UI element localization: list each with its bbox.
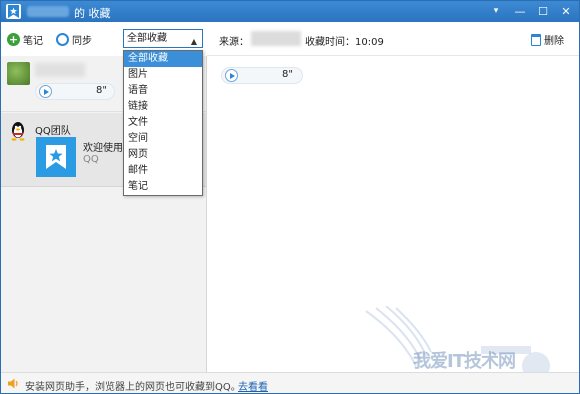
favorites-thumbnail — [36, 137, 76, 177]
voice-duration: 8" — [96, 85, 107, 96]
trash-icon — [531, 33, 541, 46]
sync-button[interactable]: 同步 — [56, 31, 92, 47]
category-filter-select[interactable]: 全部收藏 ▲ — [123, 29, 203, 48]
new-note-label: 笔记 — [23, 35, 43, 47]
detail-voice-duration: 8" — [282, 69, 293, 80]
dropdown-option-images[interactable]: 图片 — [124, 67, 202, 83]
delete-button[interactable]: 删除 — [531, 32, 564, 47]
sender-name-redacted — [35, 63, 85, 77]
dropdown-option-all[interactable]: 全部收藏 — [124, 51, 202, 67]
dropdown-option-files[interactable]: 文件 — [124, 115, 202, 131]
learn-more-link[interactable]: 去看看 — [238, 378, 268, 393]
owner-name-redacted — [27, 6, 69, 17]
window-title: 的 收藏 — [74, 7, 111, 20]
sync-icon — [56, 32, 69, 46]
speaker-icon — [8, 378, 18, 389]
category-dropdown-list: 全部收藏 图片 语音 链接 文件 空间 网页 邮件 笔记 — [123, 50, 203, 196]
dropdown-option-webpages[interactable]: 网页 — [124, 147, 202, 163]
filter-value: 全部收藏 — [127, 33, 167, 44]
voice-message[interactable]: 8" — [35, 83, 115, 100]
dropdown-option-links[interactable]: 链接 — [124, 99, 202, 115]
footer-tip: 安装网页助手，浏览器上的网页也可收藏到QQ。 — [25, 382, 241, 393]
favorites-app-icon — [6, 4, 21, 19]
qq-penguin-icon — [11, 122, 25, 141]
dropdown-option-qzone[interactable]: 空间 — [124, 131, 202, 147]
status-footer: 安装网页助手，浏览器上的网页也可收藏到QQ。 去看看 — [1, 372, 579, 393]
close-button[interactable]: ✕ — [557, 3, 575, 20]
item-preview-text: 欢迎使用收藏 — [83, 143, 123, 154]
favorites-window: 的 收藏 ▾ — ☐ ✕ + 笔记 同步 全部收藏 ▲ 来源： 收藏时间：10:… — [0, 0, 580, 394]
sync-label: 同步 — [72, 35, 92, 47]
title-bar: 的 收藏 ▾ — ☐ ✕ — [1, 1, 579, 22]
source-label: 来源： — [219, 37, 249, 48]
item-source: QQ — [83, 154, 99, 165]
dropdown-option-mail[interactable]: 邮件 — [124, 163, 202, 179]
plus-icon: + — [7, 32, 20, 46]
watermark-text: 我爱IT技术网 — [413, 351, 516, 372]
detail-header: 来源： 收藏时间：10:09 删除 — [207, 22, 579, 56]
delete-label: 删除 — [544, 36, 564, 47]
source-name-redacted — [251, 31, 301, 46]
avatar — [7, 62, 30, 85]
play-icon[interactable] — [39, 85, 52, 98]
bookmark-star-icon — [46, 145, 66, 169]
maximize-button[interactable]: ☐ — [534, 3, 552, 20]
sender-name: QQ团队 — [35, 126, 71, 137]
new-note-button[interactable]: + 笔记 — [7, 31, 43, 47]
caret-up-icon: ▲ — [190, 37, 197, 46]
detail-voice-message[interactable]: 8" — [221, 67, 303, 84]
favorite-time: 收藏时间：10:09 — [305, 37, 384, 48]
minimize-button[interactable]: — — [511, 3, 529, 20]
dropdown-option-voice[interactable]: 语音 — [124, 83, 202, 99]
play-icon[interactable] — [225, 69, 238, 82]
menu-dropdown-button[interactable]: ▾ — [487, 3, 505, 20]
dropdown-option-notes[interactable]: 笔记 — [124, 179, 202, 195]
